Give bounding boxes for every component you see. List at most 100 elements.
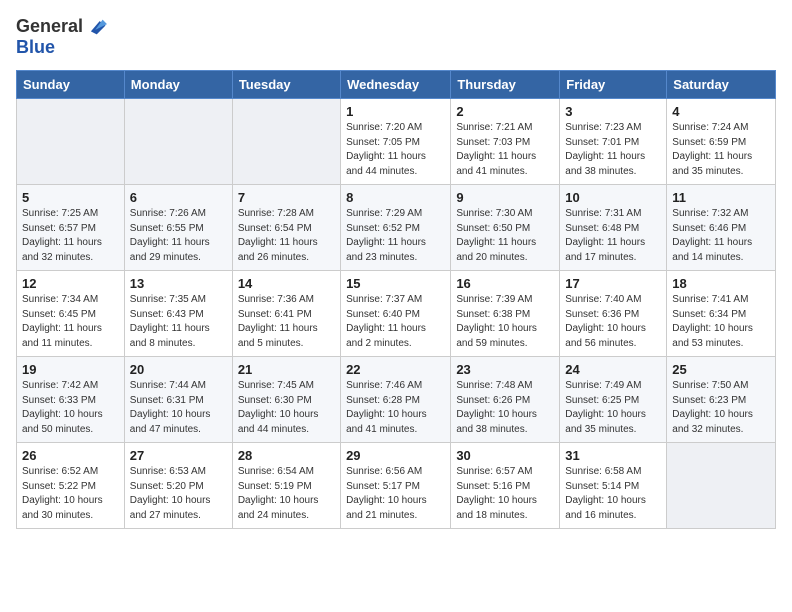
- calendar-cell: [232, 99, 340, 185]
- calendar-cell: 6 Sunrise: 7:26 AM Sunset: 6:55 PM Daylig…: [124, 185, 232, 271]
- day-number: 18: [672, 276, 770, 291]
- day-info: Sunrise: 7:30 AM Sunset: 6:50 PM Dayligh…: [456, 207, 554, 265]
- day-number: 11: [672, 190, 770, 205]
- calendar-cell: 15 Sunrise: 7:37 AM Sunset: 6:40 PM Dayli…: [341, 271, 451, 357]
- day-number: 13: [130, 276, 227, 291]
- day-number: 26: [22, 448, 119, 463]
- day-info: Sunrise: 7:24 AM Sunset: 6:59 PM Dayligh…: [672, 121, 770, 179]
- calendar-cell: 9 Sunrise: 7:30 AM Sunset: 6:50 PM Daylig…: [451, 185, 560, 271]
- day-info: Sunrise: 7:35 AM Sunset: 6:43 PM Dayligh…: [130, 293, 227, 351]
- calendar-cell: 28Sunrise: 6:54 AM Sunset: 5:19 PM Dayli…: [232, 443, 340, 529]
- day-info: Sunrise: 7:25 AM Sunset: 6:57 PM Dayligh…: [22, 207, 119, 265]
- day-number: 1: [346, 104, 445, 119]
- day-info: Sunrise: 7:37 AM Sunset: 6:40 PM Dayligh…: [346, 293, 445, 351]
- calendar-cell: 7 Sunrise: 7:28 AM Sunset: 6:54 PM Daylig…: [232, 185, 340, 271]
- day-info: Sunrise: 6:54 AM Sunset: 5:19 PM Dayligh…: [238, 465, 335, 523]
- calendar-cell: 30 Sunrise: 6:57 AM Sunset: 5:16 PM Dayli…: [451, 443, 560, 529]
- day-info: Sunrise: 7:32 AM Sunset: 6:46 PM Dayligh…: [672, 207, 770, 265]
- calendar-cell: 19 Sunrise: 7:42 AM Sunset: 6:33 PM Dayli…: [17, 357, 125, 443]
- logo: General Blue: [16, 16, 107, 58]
- calendar-cell: 3 Sunrise: 7:23 AM Sunset: 7:01 PM Daylig…: [560, 99, 667, 185]
- weekday-header-wednesday: Wednesday: [341, 71, 451, 99]
- day-number: 31: [565, 448, 661, 463]
- day-info: Sunrise: 7:44 AM Sunset: 6:31 PM Dayligh…: [130, 379, 227, 437]
- day-info: Sunrise: 7:46 AM Sunset: 6:28 PM Dayligh…: [346, 379, 445, 437]
- day-number: 2: [456, 104, 554, 119]
- calendar-cell: 2 Sunrise: 7:21 AM Sunset: 7:03 PM Daylig…: [451, 99, 560, 185]
- day-number: 12: [22, 276, 119, 291]
- day-number: 22: [346, 362, 445, 377]
- day-info: Sunrise: 7:34 AM Sunset: 6:45 PM Dayligh…: [22, 293, 119, 351]
- calendar-cell: 11 Sunrise: 7:32 AM Sunset: 6:46 PM Dayli…: [667, 185, 776, 271]
- weekday-header-saturday: Saturday: [667, 71, 776, 99]
- day-info: Sunrise: 7:41 AM Sunset: 6:34 PM Dayligh…: [672, 293, 770, 351]
- day-info: Sunrise: 7:21 AM Sunset: 7:03 PM Dayligh…: [456, 121, 554, 179]
- day-info: Sunrise: 6:52 AM Sunset: 5:22 PM Dayligh…: [22, 465, 119, 523]
- weekday-header-sunday: Sunday: [17, 71, 125, 99]
- calendar-table: SundayMondayTuesdayWednesdayThursdayFrid…: [16, 70, 776, 529]
- day-number: 29: [346, 448, 445, 463]
- day-info: Sunrise: 6:56 AM Sunset: 5:17 PM Dayligh…: [346, 465, 445, 523]
- calendar-cell: [667, 443, 776, 529]
- calendar-cell: 5 Sunrise: 7:25 AM Sunset: 6:57 PM Daylig…: [17, 185, 125, 271]
- day-number: 21: [238, 362, 335, 377]
- logo-bird-icon: [85, 16, 107, 38]
- calendar-cell: 24 Sunrise: 7:49 AM Sunset: 6:25 PM Dayli…: [560, 357, 667, 443]
- day-info: Sunrise: 6:53 AM Sunset: 5:20 PM Dayligh…: [130, 465, 227, 523]
- day-info: Sunrise: 7:23 AM Sunset: 7:01 PM Dayligh…: [565, 121, 661, 179]
- day-number: 7: [238, 190, 335, 205]
- calendar-cell: 25Sunrise: 7:50 AM Sunset: 6:23 PM Dayli…: [667, 357, 776, 443]
- calendar-cell: 22 Sunrise: 7:46 AM Sunset: 6:28 PM Dayli…: [341, 357, 451, 443]
- calendar-cell: 21Sunrise: 7:45 AM Sunset: 6:30 PM Dayli…: [232, 357, 340, 443]
- calendar-cell: 8 Sunrise: 7:29 AM Sunset: 6:52 PM Daylig…: [341, 185, 451, 271]
- calendar-header-row: SundayMondayTuesdayWednesdayThursdayFrid…: [17, 71, 776, 99]
- calendar-cell: 4 Sunrise: 7:24 AM Sunset: 6:59 PM Daylig…: [667, 99, 776, 185]
- day-number: 14: [238, 276, 335, 291]
- calendar-week-row: 26 Sunrise: 6:52 AM Sunset: 5:22 PM Dayli…: [17, 443, 776, 529]
- calendar-cell: 13 Sunrise: 7:35 AM Sunset: 6:43 PM Dayli…: [124, 271, 232, 357]
- weekday-header-thursday: Thursday: [451, 71, 560, 99]
- day-info: Sunrise: 7:29 AM Sunset: 6:52 PM Dayligh…: [346, 207, 445, 265]
- day-info: Sunrise: 7:31 AM Sunset: 6:48 PM Dayligh…: [565, 207, 661, 265]
- logo-general: General: [16, 17, 83, 37]
- day-info: Sunrise: 7:40 AM Sunset: 6:36 PM Dayligh…: [565, 293, 661, 351]
- calendar-cell: 23 Sunrise: 7:48 AM Sunset: 6:26 PM Dayli…: [451, 357, 560, 443]
- day-info: Sunrise: 7:42 AM Sunset: 6:33 PM Dayligh…: [22, 379, 119, 437]
- day-number: 24: [565, 362, 661, 377]
- calendar-cell: 26 Sunrise: 6:52 AM Sunset: 5:22 PM Dayli…: [17, 443, 125, 529]
- day-number: 30: [456, 448, 554, 463]
- calendar-cell: 17 Sunrise: 7:40 AM Sunset: 6:36 PM Dayli…: [560, 271, 667, 357]
- calendar-cell: 31Sunrise: 6:58 AM Sunset: 5:14 PM Dayli…: [560, 443, 667, 529]
- calendar-cell: 29 Sunrise: 6:56 AM Sunset: 5:17 PM Dayli…: [341, 443, 451, 529]
- day-number: 9: [456, 190, 554, 205]
- day-number: 10: [565, 190, 661, 205]
- day-number: 8: [346, 190, 445, 205]
- day-info: Sunrise: 7:36 AM Sunset: 6:41 PM Dayligh…: [238, 293, 335, 351]
- day-number: 27: [130, 448, 227, 463]
- day-number: 5: [22, 190, 119, 205]
- day-number: 4: [672, 104, 770, 119]
- day-info: Sunrise: 7:48 AM Sunset: 6:26 PM Dayligh…: [456, 379, 554, 437]
- day-number: 15: [346, 276, 445, 291]
- day-info: Sunrise: 6:57 AM Sunset: 5:16 PM Dayligh…: [456, 465, 554, 523]
- day-info: Sunrise: 7:50 AM Sunset: 6:23 PM Dayligh…: [672, 379, 770, 437]
- weekday-header-friday: Friday: [560, 71, 667, 99]
- day-number: 3: [565, 104, 661, 119]
- calendar-cell: 12 Sunrise: 7:34 AM Sunset: 6:45 PM Dayli…: [17, 271, 125, 357]
- day-number: 6: [130, 190, 227, 205]
- calendar-cell: 16Sunrise: 7:39 AM Sunset: 6:38 PM Dayli…: [451, 271, 560, 357]
- page-header: General Blue: [16, 16, 776, 58]
- day-number: 19: [22, 362, 119, 377]
- calendar-cell: 1 Sunrise: 7:20 AM Sunset: 7:05 PM Daylig…: [341, 99, 451, 185]
- day-info: Sunrise: 7:26 AM Sunset: 6:55 PM Dayligh…: [130, 207, 227, 265]
- day-info: Sunrise: 7:20 AM Sunset: 7:05 PM Dayligh…: [346, 121, 445, 179]
- day-info: Sunrise: 7:28 AM Sunset: 6:54 PM Dayligh…: [238, 207, 335, 265]
- day-number: 20: [130, 362, 227, 377]
- day-info: Sunrise: 7:39 AM Sunset: 6:38 PM Dayligh…: [456, 293, 554, 351]
- day-number: 23: [456, 362, 554, 377]
- day-info: Sunrise: 7:49 AM Sunset: 6:25 PM Dayligh…: [565, 379, 661, 437]
- calendar-week-row: 19 Sunrise: 7:42 AM Sunset: 6:33 PM Dayli…: [17, 357, 776, 443]
- day-number: 17: [565, 276, 661, 291]
- calendar-cell: 14 Sunrise: 7:36 AM Sunset: 6:41 PM Dayli…: [232, 271, 340, 357]
- calendar-cell: 20 Sunrise: 7:44 AM Sunset: 6:31 PM Dayli…: [124, 357, 232, 443]
